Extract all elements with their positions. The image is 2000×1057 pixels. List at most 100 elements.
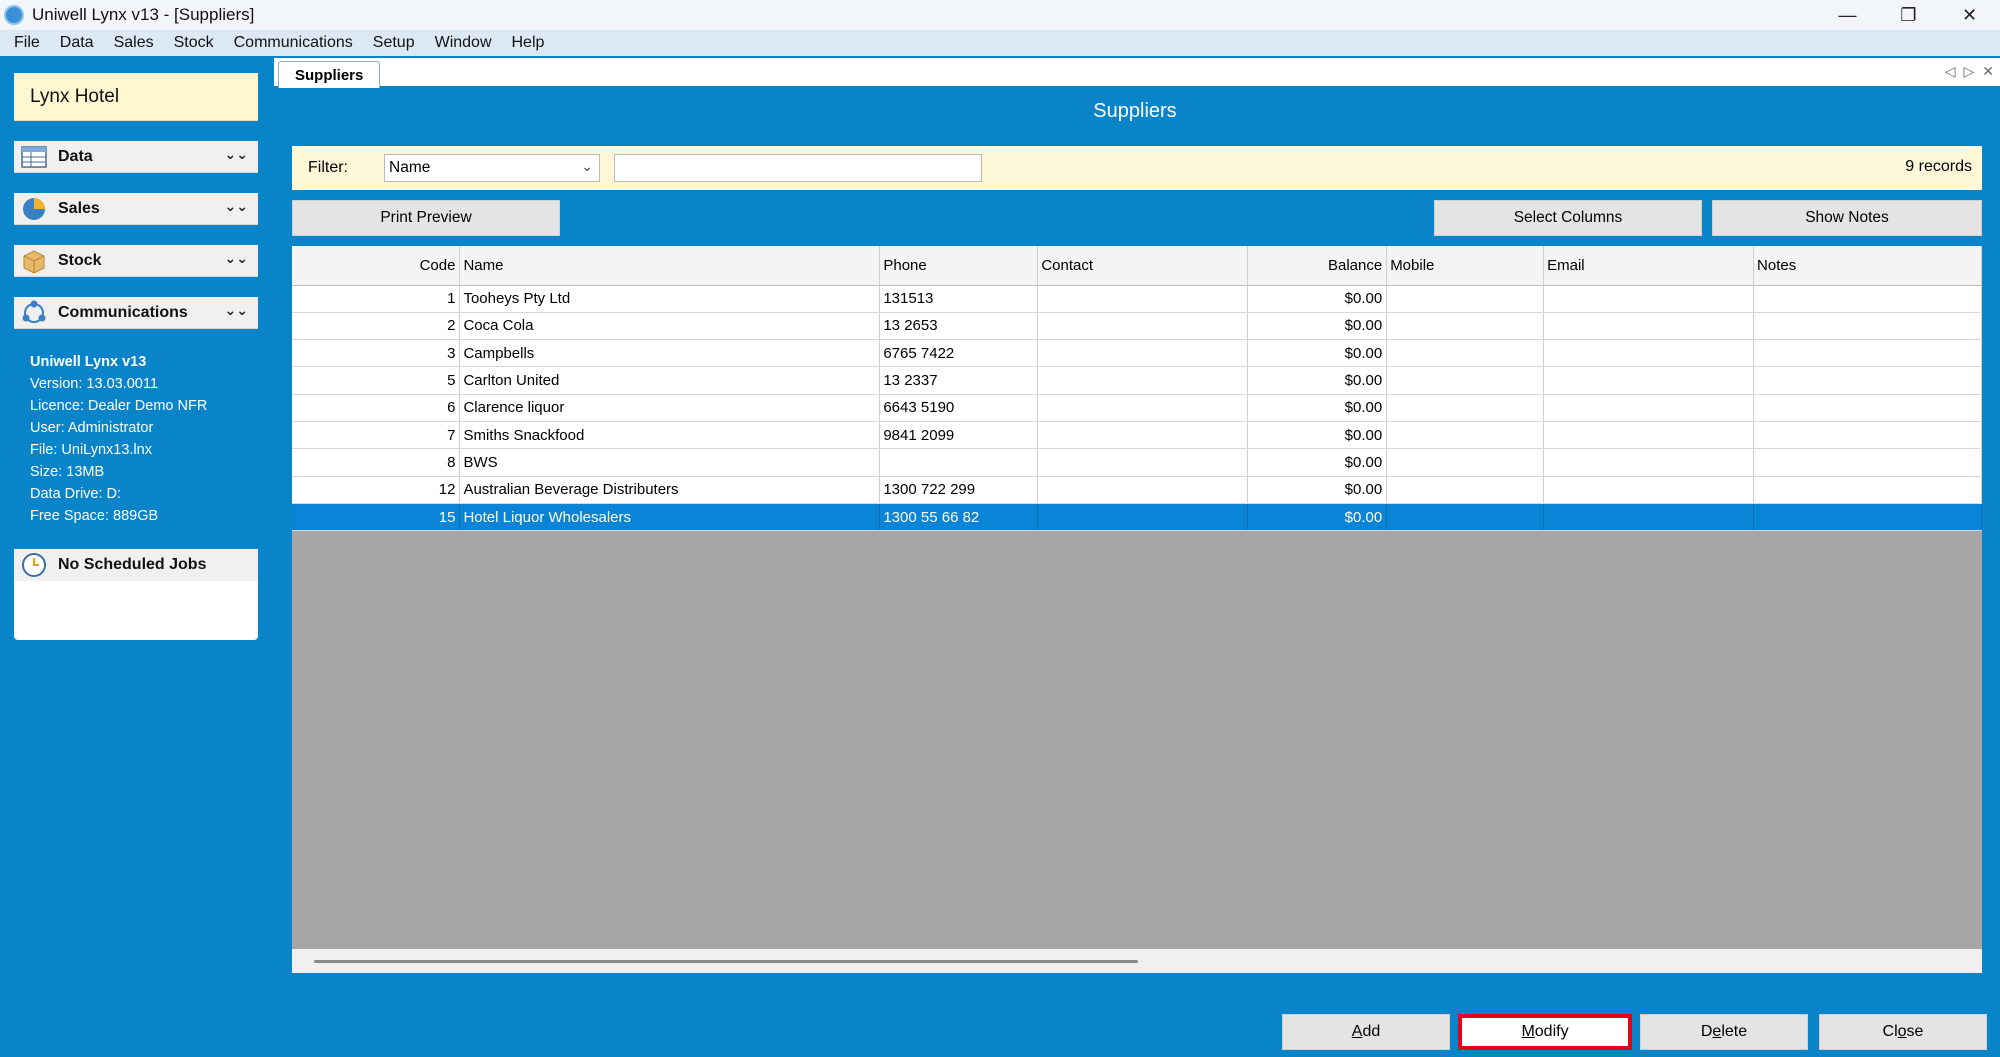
select-columns-button[interactable]: Select Columns (1434, 200, 1702, 236)
column-header-phone[interactable]: Phone (879, 246, 1039, 286)
sidebar-section-sales[interactable]: Sales ⌄⌄ (14, 193, 258, 225)
table-cell-contact (1037, 476, 1249, 504)
table-cell-name: Coca Cola (459, 312, 881, 341)
free-space-text: Free Space: 889GB (30, 508, 159, 524)
table-cell-balance: $0.00 (1247, 339, 1388, 368)
column-header-contact[interactable]: Contact (1037, 246, 1249, 286)
scheduled-jobs-label: No Scheduled Jobs (58, 556, 207, 573)
chevron-double-down-icon[interactable]: ⌄⌄ (225, 146, 248, 163)
table-cell-balance: $0.00 (1247, 312, 1388, 341)
column-header-code[interactable]: Code (292, 246, 461, 286)
modify-button[interactable]: Modify (1458, 1014, 1632, 1050)
menu-stock[interactable]: Stock (164, 34, 224, 52)
tab-controls: ◁ ▷ ✕ (1945, 63, 1994, 80)
table-cell-contact (1037, 339, 1249, 368)
table-row[interactable]: 15 Hotel Liquor Wholesalers 1300 55 66 82 $… (292, 503, 1982, 532)
table-cell-balance: $0.00 (1247, 285, 1388, 313)
table-cell-code: 3 (292, 339, 461, 368)
system-info: Uniwell Lynx v13 Version: 13.03.0011 Lic… (14, 329, 258, 549)
table-cell-notes (1753, 366, 1982, 395)
version-text: Version: 13.03.0011 (30, 376, 158, 392)
close-button[interactable]: Cl o se (1819, 1014, 1987, 1050)
table-row[interactable]: 1 Tooheys Pty Ltd 131513 $0.00 (292, 285, 1982, 313)
tab-next-icon[interactable]: ▷ (1963, 63, 1974, 80)
horizontal-scrollbar[interactable] (292, 949, 1982, 973)
table-cell-name: Carlton United (459, 366, 881, 395)
chevron-double-down-icon[interactable]: ⌄⌄ (225, 302, 248, 319)
table-cell-notes (1753, 312, 1982, 341)
table-cell-contact (1037, 503, 1249, 532)
table-row[interactable]: 3 Campbells 6765 7422 $0.00 (292, 339, 1982, 368)
menu-setup[interactable]: Setup (363, 34, 425, 52)
sidebar-label: Data (58, 147, 93, 165)
column-header-mobile[interactable]: Mobile (1386, 246, 1545, 286)
filter-field-select[interactable]: Name ⌄ (384, 154, 600, 182)
menu-bar: File Data Sales Stock Communications Set… (0, 30, 2000, 56)
restore-button[interactable]: ❐ (1878, 0, 1939, 30)
table-row[interactable]: 12 Australian Beverage Distributers 1300 7… (292, 476, 1982, 504)
tab-suppliers[interactable]: Suppliers (278, 61, 381, 88)
scrollbar-thumb[interactable] (314, 960, 1138, 963)
column-header-name[interactable]: Name (459, 246, 881, 286)
menu-window[interactable]: Window (425, 34, 502, 52)
tab-prev-icon[interactable]: ◁ (1945, 63, 1956, 80)
box-icon (20, 248, 48, 274)
menu-file[interactable]: File (4, 34, 50, 52)
suppliers-table: Code Name Phone Contact Balance Mobile E… (292, 246, 1982, 532)
table-cell-name: Australian Beverage Distributers (459, 476, 881, 504)
table-cell-phone: 13 2337 (879, 366, 1039, 395)
window-controls: — ❐ ✕ (1817, 0, 2000, 30)
table-cell-notes (1753, 421, 1982, 450)
menu-help[interactable]: Help (502, 34, 555, 52)
tab-close-icon[interactable]: ✕ (1982, 63, 1994, 80)
table-row[interactable]: 2 Coca Cola 13 2653 $0.00 (292, 312, 1982, 341)
table-cell-contact (1037, 394, 1249, 422)
table-cell-phone: 6765 7422 (879, 339, 1039, 368)
table-row[interactable]: 8 BWS $0.00 (292, 448, 1982, 477)
table-header-row: Code Name Phone Contact Balance Mobile E… (292, 246, 1982, 286)
sidebar-label: Sales (58, 199, 100, 217)
table-cell-phone: 13 2653 (879, 312, 1039, 341)
licence-text: Licence: Dealer Demo NFR (30, 398, 208, 414)
menu-communications[interactable]: Communications (224, 34, 363, 52)
table-cell-balance: $0.00 (1247, 476, 1388, 504)
column-header-balance[interactable]: Balance (1247, 246, 1388, 286)
table-cell-phone: 1300 55 66 82 (879, 503, 1039, 532)
chevron-double-down-icon[interactable]: ⌄⌄ (225, 250, 248, 267)
add-button[interactable]: Add (1282, 1014, 1450, 1050)
delete-button[interactable]: De lete (1640, 1014, 1808, 1050)
table-cell-mobile (1386, 448, 1545, 477)
chevron-double-down-icon[interactable]: ⌄⌄ (225, 198, 248, 215)
column-header-email[interactable]: Email (1543, 246, 1755, 286)
table-cell-code: 6 (292, 394, 461, 422)
show-notes-button[interactable]: Show Notes (1712, 200, 1982, 236)
sidebar-section-data[interactable]: Data ⌄⌄ (14, 141, 258, 173)
filter-text-input[interactable] (614, 154, 982, 182)
table-cell-balance: $0.00 (1247, 421, 1388, 450)
table-cell-phone: 1300 722 299 (879, 476, 1039, 504)
table-cell-balance: $0.00 (1247, 448, 1388, 477)
table-row[interactable]: 6 Clarence liquor 6643 5190 $0.00 (292, 394, 1982, 422)
table-cell-phone: 6643 5190 (879, 394, 1039, 422)
table-cell-code: 8 (292, 448, 461, 477)
print-preview-button[interactable]: Print Preview (292, 200, 560, 236)
close-window-button[interactable]: ✕ (1939, 0, 2000, 30)
minimize-button[interactable]: — (1817, 0, 1878, 30)
table-row[interactable]: 5 Carlton United 13 2337 $0.00 (292, 366, 1982, 395)
sidebar-label: Stock (58, 251, 102, 269)
table-row[interactable]: 7 Smiths Snackfood 9841 2099 $0.00 (292, 421, 1982, 450)
table-cell-notes (1753, 476, 1982, 504)
menu-data[interactable]: Data (50, 34, 104, 52)
sidebar-section-communications[interactable]: Communications ⌄⌄ (14, 297, 258, 329)
table-cell-contact (1037, 421, 1249, 450)
column-header-notes[interactable]: Notes (1753, 246, 1982, 286)
table-cell-code: 2 (292, 312, 461, 341)
chevron-down-icon: ⌄ (581, 158, 593, 174)
table-cell-balance: $0.00 (1247, 503, 1388, 532)
sidebar-section-stock[interactable]: Stock ⌄⌄ (14, 245, 258, 277)
user-text: User: Administrator (30, 420, 154, 436)
menu-sales[interactable]: Sales (104, 34, 164, 52)
table-cell-email (1543, 339, 1755, 368)
table-cell-mobile (1386, 285, 1545, 313)
scheduled-jobs[interactable]: No Scheduled Jobs (14, 549, 258, 581)
